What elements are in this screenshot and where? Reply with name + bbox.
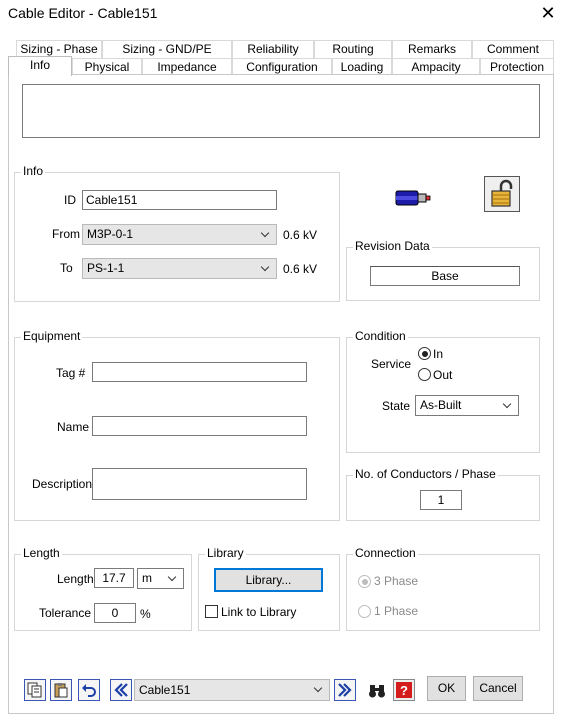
from-label: From — [52, 227, 80, 241]
to-label: To — [60, 261, 73, 275]
conductors-group-title: No. of Conductors / Phase — [353, 467, 498, 481]
to-kv-label: 0.6 kV — [283, 262, 318, 276]
undo-icon[interactable] — [78, 679, 100, 701]
paste-icon[interactable] — [50, 679, 72, 701]
tolerance-unit: % — [140, 607, 151, 621]
chevron-down-icon — [168, 569, 178, 588]
connection-group-title: Connection — [353, 546, 418, 560]
tab-remarks[interactable]: Remarks — [392, 40, 472, 58]
one-phase-label: 1 Phase — [374, 604, 419, 618]
library-group-title: Library — [205, 546, 246, 560]
library-group: Library — [198, 546, 340, 631]
tab-sizing-gnd-pe[interactable]: Sizing - GND/PE — [102, 40, 232, 58]
length-input[interactable]: 17.7 — [94, 568, 134, 588]
description-label: Description — [32, 477, 93, 491]
tag-label: Tag # — [56, 366, 86, 380]
from-select[interactable]: M3P-0-1 — [82, 224, 277, 245]
three-phase-label: 3 Phase — [374, 574, 419, 588]
conductors-input[interactable]: 1 — [420, 490, 462, 510]
to-select[interactable]: PS-1-1 — [82, 258, 277, 279]
window-title: Cable Editor - Cable151 — [8, 5, 158, 21]
service-out-radio[interactable] — [418, 368, 431, 381]
tab-comment[interactable]: Comment — [472, 40, 554, 58]
tolerance-input[interactable]: 0 — [94, 603, 136, 623]
id-label: ID — [64, 193, 76, 207]
description-input[interactable] — [92, 468, 307, 500]
element-select[interactable]: Cable151 — [134, 679, 330, 701]
close-icon[interactable]: ✕ — [538, 2, 558, 24]
tag-input[interactable] — [92, 362, 307, 382]
state-label: State — [382, 399, 411, 413]
state-select[interactable]: As-Built — [415, 395, 519, 416]
info-group-title: Info — [21, 164, 46, 178]
name-input[interactable] — [92, 416, 307, 436]
length-unit-value: m — [142, 571, 152, 585]
help-icon[interactable]: ? — [393, 679, 415, 701]
chevron-down-icon — [314, 680, 324, 699]
library-button[interactable]: Library... — [214, 568, 323, 592]
next-icon[interactable] — [334, 679, 356, 701]
chevron-down-icon — [261, 225, 271, 244]
copy-icon[interactable] — [24, 679, 46, 701]
revision-group-title: Revision Data — [353, 239, 432, 253]
service-in-label: In — [433, 347, 444, 361]
service-label: Service — [371, 357, 412, 371]
link-to-library-checkbox[interactable] — [205, 605, 218, 618]
link-to-library-label: Link to Library — [221, 605, 297, 619]
cancel-button[interactable]: Cancel — [473, 676, 523, 701]
length-unit-select[interactable]: m — [137, 568, 184, 589]
condition-group-title: Condition — [353, 329, 408, 343]
equipment-group-title: Equipment — [21, 329, 83, 343]
length-group-title: Length — [21, 546, 62, 560]
three-phase-radio[interactable] — [358, 575, 371, 588]
revision-field[interactable]: Base — [370, 266, 520, 286]
ok-button[interactable]: OK — [427, 676, 466, 701]
chevron-down-icon — [261, 259, 271, 278]
tab-info[interactable]: Info — [8, 56, 72, 76]
from-select-value: M3P-0-1 — [87, 227, 134, 241]
tab-routing[interactable]: Routing — [314, 40, 392, 58]
binoculars-icon[interactable] — [366, 680, 388, 702]
to-select-value: PS-1-1 — [87, 261, 125, 275]
one-phase-radio[interactable] — [358, 605, 371, 618]
lock-icon[interactable] — [484, 176, 520, 212]
from-kv-label: 0.6 kV — [283, 228, 318, 242]
state-select-value: As-Built — [420, 398, 462, 412]
service-out-label: Out — [433, 368, 453, 382]
id-input[interactable]: Cable151 — [82, 190, 277, 210]
chevron-down-icon — [503, 396, 513, 415]
connection-group: Connection — [346, 546, 540, 631]
service-in-radio[interactable] — [418, 347, 431, 360]
cable-icon — [394, 186, 432, 210]
svg-text:?: ? — [400, 683, 408, 698]
element-select-value: Cable151 — [139, 683, 191, 697]
tab-reliability[interactable]: Reliability — [232, 40, 314, 58]
header-text-area[interactable] — [22, 84, 540, 138]
length-label: Length — [57, 572, 94, 586]
name-label: Name — [57, 420, 90, 434]
tolerance-label: Tolerance — [39, 606, 92, 620]
previous-icon[interactable] — [110, 679, 132, 701]
